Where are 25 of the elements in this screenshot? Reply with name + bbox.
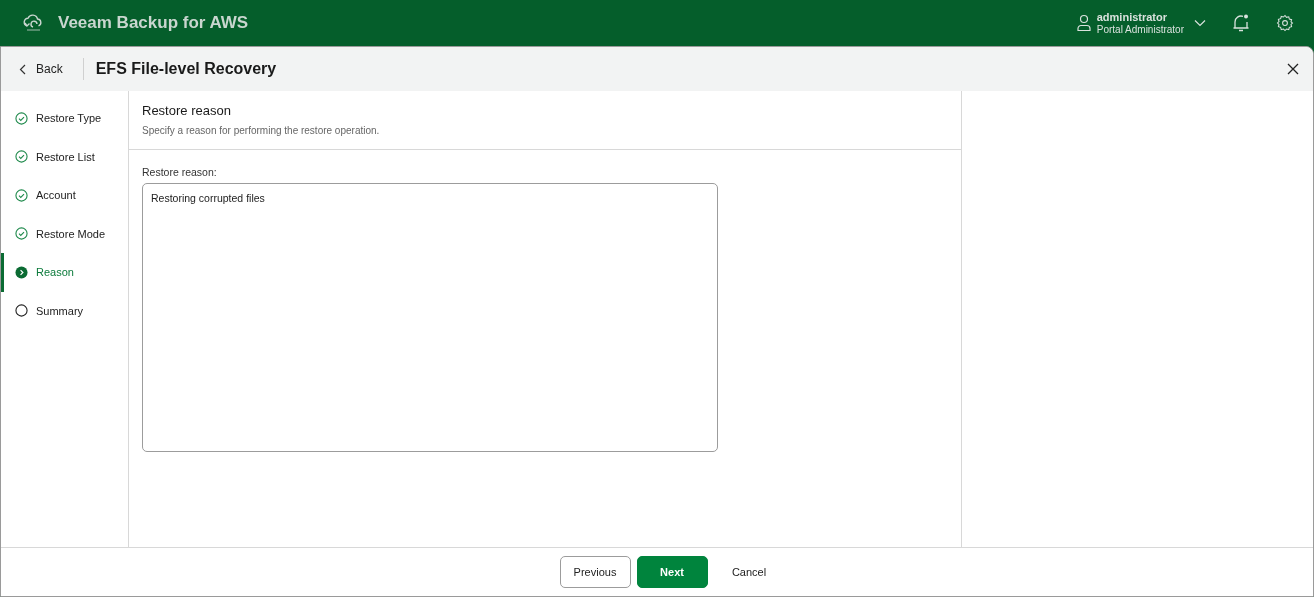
field-label: Restore reason: [142, 166, 218, 178]
wizard-step[interactable]: Summary [1, 291, 128, 330]
settings-icon[interactable] [1276, 14, 1294, 32]
wizard-step[interactable]: Reason [1, 253, 128, 292]
cancel-button[interactable]: Cancel [713, 556, 785, 588]
wizard-step[interactable]: Restore Mode [1, 214, 128, 253]
app-title: Veeam Backup for AWS [58, 13, 249, 33]
user-name: administrator [1096, 10, 1169, 24]
user-menu-caret-icon[interactable] [1194, 19, 1206, 27]
user-icon [1076, 14, 1091, 32]
page-title: EFS File-level Recovery [95, 60, 277, 78]
previous-button[interactable]: Previous [559, 556, 631, 588]
section-description: Specify a reason for performing the restore operation. [142, 125, 381, 136]
back-button[interactable]: Back [19, 58, 84, 80]
bell-icon[interactable] [1232, 13, 1250, 33]
next-button[interactable]: Next [636, 556, 708, 588]
chevron-left-icon [19, 63, 26, 75]
wizard-step[interactable]: Restore Type [1, 99, 128, 138]
section-title: Restore reason [142, 103, 232, 118]
user-role: Portal Administrator [1096, 23, 1184, 36]
wizard-step[interactable]: Restore List [1, 137, 128, 176]
close-icon[interactable] [1287, 63, 1299, 75]
reason-field[interactable]: Restoring corrupted files [142, 183, 718, 452]
cloud-logo-icon [22, 13, 44, 33]
wizard-step[interactable]: Account [1, 176, 128, 215]
